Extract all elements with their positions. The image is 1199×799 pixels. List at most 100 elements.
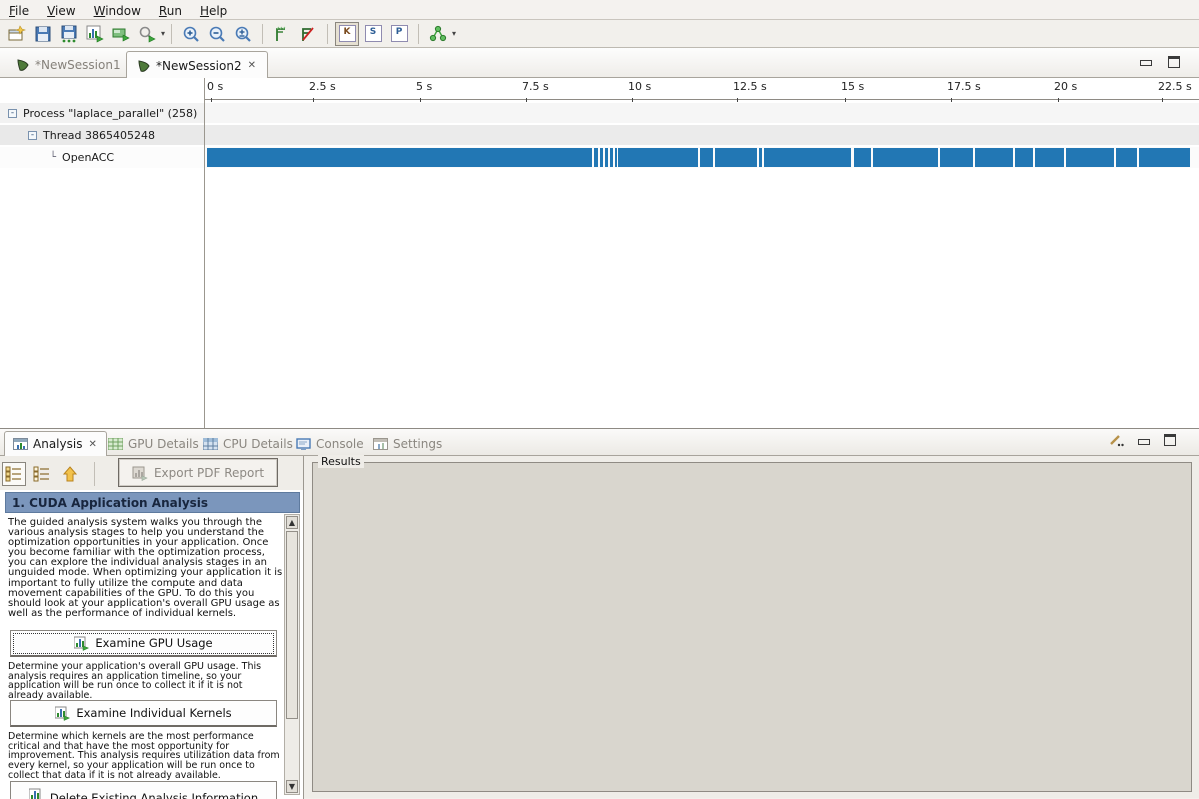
save-session-icon[interactable] — [31, 22, 55, 46]
openacc-interval[interactable] — [610, 148, 613, 167]
examine-gpu-usage-button[interactable]: Examine GPU Usage — [10, 630, 277, 657]
examine-individual-kernels-button[interactable]: Examine Individual Kernels — [10, 700, 277, 727]
analysis-results-divider[interactable] — [303, 456, 304, 799]
mark-region-icon[interactable] — [270, 22, 294, 46]
kernel-view-icon[interactable]: K — [335, 22, 359, 46]
kernel-view-letter: K — [339, 25, 356, 42]
collapse-icon[interactable]: - — [28, 131, 37, 140]
analysis-scrollbar[interactable]: ▲ ▼ — [284, 514, 300, 795]
tree-row-thread[interactable]: - Thread 3865405248 — [0, 125, 204, 145]
openacc-interval[interactable] — [873, 148, 938, 167]
run-analysis-icon[interactable] — [109, 22, 133, 46]
openacc-interval[interactable] — [605, 148, 608, 167]
collapse-icon[interactable]: - — [8, 109, 17, 118]
collect-metrics-icon[interactable] — [135, 22, 159, 46]
openacc-interval[interactable] — [1116, 148, 1137, 167]
delete-analysis-info-button[interactable]: Delete Existing Analysis Information — [10, 781, 277, 799]
openacc-interval[interactable] — [618, 148, 698, 167]
unguided-analysis-mode-icon[interactable] — [30, 462, 54, 486]
bottom-tab-label: GPU Details — [128, 437, 199, 451]
openacc-interval[interactable] — [1015, 148, 1033, 167]
tree-row-openacc[interactable]: └ OpenACC — [0, 147, 204, 168]
topology-dropdown-icon[interactable]: ▾ — [452, 29, 456, 38]
session-tab-label: *NewSession1 — [35, 58, 121, 72]
openacc-interval[interactable] — [615, 148, 617, 167]
tab-analysis[interactable]: Analysis ✕ — [4, 431, 107, 456]
ruler-label: 15 s — [841, 80, 864, 99]
process-timeline-row[interactable] — [205, 103, 1199, 123]
export-pdf-report-button[interactable]: Export PDF Report — [118, 458, 278, 487]
openacc-interval[interactable] — [940, 148, 973, 167]
ruler-tick — [526, 98, 527, 102]
menu-item[interactable]: Window — [85, 2, 150, 20]
maximize-icon[interactable] — [1168, 56, 1180, 68]
tab-gpu-details[interactable]: GPU Details — [100, 431, 207, 456]
analysis-tab-icon — [13, 438, 28, 450]
minimize-icon[interactable] — [1140, 60, 1152, 66]
menu-item[interactable]: Help — [191, 2, 236, 20]
timeline-ruler[interactable]: 0 s2.5 s5 s7.5 s10 s12.5 s15 s17.5 s20 s… — [205, 78, 1199, 100]
results-label: Results — [318, 455, 364, 468]
main-toolbar: ▾ K S P ▾ — [0, 20, 1199, 48]
export-pdf-label: Export PDF Report — [154, 466, 264, 480]
tree-label-thread: Thread 3865405248 — [43, 129, 155, 142]
generate-timeline-icon[interactable] — [83, 22, 107, 46]
menu-item[interactable]: File — [0, 2, 38, 20]
results-area — [312, 462, 1192, 792]
collect-metrics-dropdown-icon[interactable]: ▾ — [161, 29, 165, 38]
scroll-up-icon[interactable]: ▲ — [286, 516, 298, 529]
tree-row-process[interactable]: - Process "laplace_parallel" (258) — [0, 103, 204, 123]
scroll-down-icon[interactable]: ▼ — [286, 780, 298, 793]
guided-analysis-mode-icon[interactable] — [2, 462, 26, 486]
scrollbar-thumb[interactable] — [286, 531, 298, 719]
tab-settings[interactable]: Settings — [365, 431, 450, 456]
topology-icon[interactable] — [426, 22, 450, 46]
openacc-timeline-row[interactable] — [205, 147, 1199, 168]
close-icon[interactable]: ✕ — [247, 60, 257, 71]
zoom-out-icon[interactable] — [205, 22, 229, 46]
openacc-interval[interactable] — [759, 148, 762, 167]
openacc-interval[interactable] — [594, 148, 598, 167]
panel-window-controls — [1108, 433, 1176, 447]
menu-item[interactable]: Run — [150, 2, 191, 20]
tab-newsession1[interactable]: *NewSession1 — [6, 51, 131, 78]
bottom-tab-bar: Analysis ✕ GPU Details CPU Details Conso… — [0, 429, 1199, 456]
back-up-stage-icon[interactable] — [58, 462, 82, 486]
openacc-interval[interactable] — [1066, 148, 1114, 167]
menu-item[interactable]: View — [38, 2, 84, 20]
stream-view-icon[interactable]: S — [361, 22, 385, 46]
tab-console[interactable]: Console — [288, 431, 372, 456]
openacc-interval[interactable] — [207, 148, 592, 167]
clear-marks-icon[interactable] — [296, 22, 320, 46]
tree-timeline-divider[interactable] — [204, 78, 205, 428]
process-view-letter: P — [391, 25, 408, 42]
openacc-interval[interactable] — [600, 148, 603, 167]
openacc-interval[interactable] — [764, 148, 851, 167]
close-icon[interactable]: ✕ — [87, 439, 97, 450]
openacc-interval[interactable] — [715, 148, 757, 167]
new-session-icon[interactable] — [5, 22, 29, 46]
tree-label-openacc: OpenACC — [62, 151, 114, 164]
export-pdf-icon — [132, 465, 148, 481]
bottom-tab-label: Settings — [393, 437, 442, 451]
openacc-interval[interactable] — [1035, 148, 1064, 167]
save-all-icon[interactable] — [57, 22, 81, 46]
zoom-in-icon[interactable] — [179, 22, 203, 46]
openacc-interval[interactable] — [1139, 148, 1190, 167]
stage-header: 1. CUDA Application Analysis — [5, 492, 300, 513]
process-view-icon[interactable]: P — [387, 22, 411, 46]
view-menu-icon[interactable] — [1108, 433, 1124, 447]
zoom-fit-icon[interactable] — [231, 22, 255, 46]
toolbar-separator — [94, 462, 95, 486]
thread-timeline-row[interactable] — [205, 125, 1199, 145]
ruler-tick — [420, 98, 421, 102]
maximize-icon[interactable] — [1164, 434, 1176, 446]
openacc-interval[interactable] — [854, 148, 871, 167]
minimize-icon[interactable] — [1138, 439, 1150, 445]
openacc-interval[interactable] — [975, 148, 1013, 167]
tab-cpu-details[interactable]: CPU Details — [195, 431, 301, 456]
tab-newsession2[interactable]: *NewSession2 ✕ — [126, 51, 268, 79]
stage-intro-text: The guided analysis system walks you thr… — [8, 518, 284, 619]
openacc-interval[interactable] — [700, 148, 713, 167]
session-icon — [16, 58, 30, 72]
